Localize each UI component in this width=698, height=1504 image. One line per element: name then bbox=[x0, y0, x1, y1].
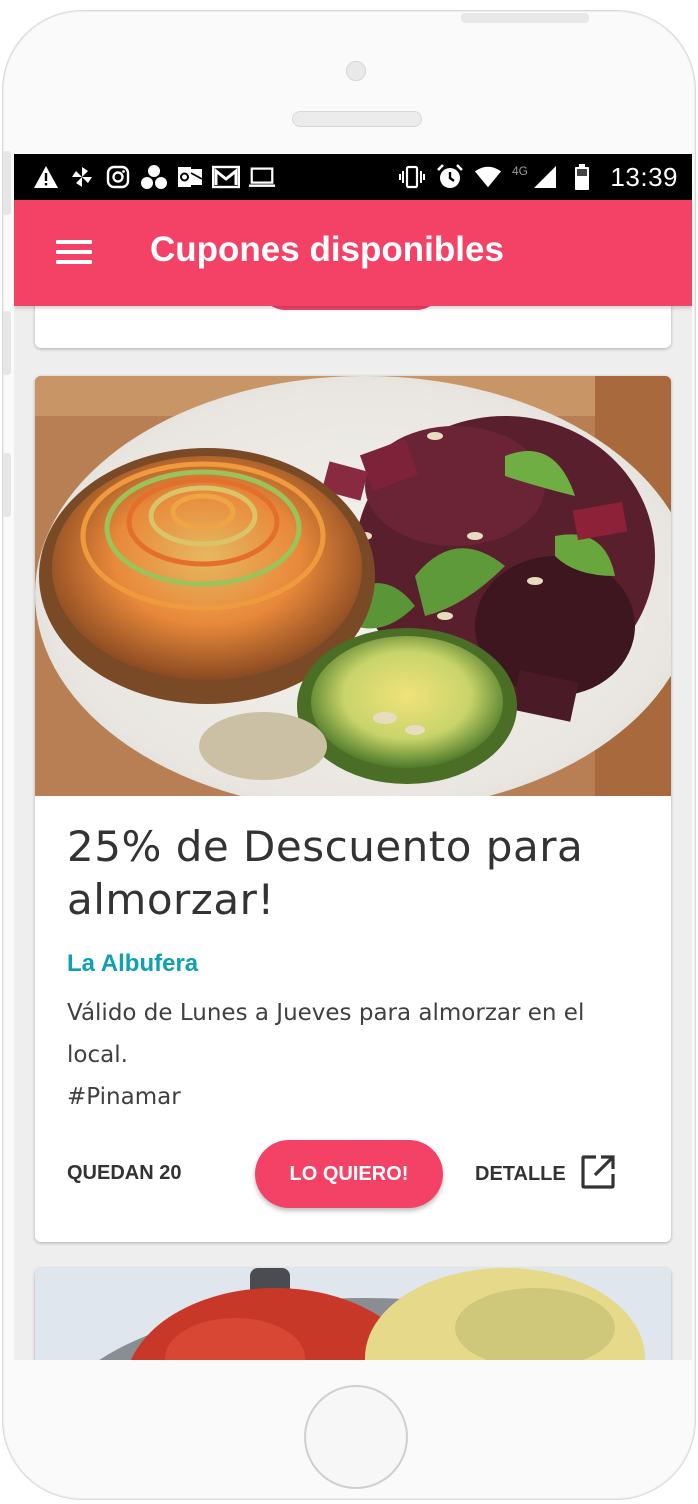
location-hashtag: #Pinamar bbox=[67, 1084, 181, 1110]
app-bar: Cupones disponibles bbox=[14, 200, 692, 306]
home-button[interactable] bbox=[304, 1385, 408, 1489]
coupon-actions: QUEDAN 20 LO QUIERO! DETALLE bbox=[35, 1140, 671, 1210]
coupon-description: Válido de Lunes a Jueves para almorzar e… bbox=[67, 992, 637, 1118]
coupon-title: 25% de Descuento para almorzar! bbox=[67, 822, 584, 924]
front-camera bbox=[346, 61, 366, 81]
mute-switch bbox=[3, 151, 11, 215]
coupon-card: 25% de Descuento para almorzar! La Albuf… bbox=[35, 376, 671, 1242]
venue-name[interactable]: La Albufera bbox=[67, 950, 198, 978]
laptop-icon bbox=[248, 163, 276, 191]
gmail-icon bbox=[212, 163, 240, 191]
detalle-button[interactable]: DETALLE bbox=[475, 1152, 616, 1196]
phone-screen: 4G 13:39 Cupones disponibles 25% de Desc… bbox=[14, 154, 692, 1360]
power-button bbox=[461, 13, 589, 23]
next-coupon-card bbox=[35, 1268, 671, 1360]
signal-icon: 4G bbox=[512, 163, 558, 191]
previous-lo-quiero-button[interactable] bbox=[261, 306, 441, 310]
hamburger-menu-icon[interactable] bbox=[50, 230, 98, 276]
description-text: Válido de Lunes a Jueves para almorzar e… bbox=[67, 1000, 585, 1068]
battery-icon bbox=[568, 163, 596, 191]
alarm-icon bbox=[436, 163, 464, 191]
previous-coupon-card bbox=[35, 306, 671, 348]
open-in-new-icon bbox=[580, 1154, 616, 1195]
vibrate-icon bbox=[398, 163, 426, 191]
instagram-icon bbox=[104, 163, 132, 191]
outlook-icon bbox=[176, 163, 204, 191]
lo-quiero-button[interactable]: LO QUIERO! bbox=[255, 1140, 443, 1208]
food-photo bbox=[35, 376, 671, 796]
status-bar: 4G 13:39 bbox=[14, 154, 692, 200]
dots-cluster-icon bbox=[140, 163, 168, 191]
volume-down-button bbox=[3, 453, 11, 517]
pinwheel-icon bbox=[68, 163, 96, 191]
page-title: Cupones disponibles bbox=[150, 230, 504, 269]
next-food-photo bbox=[35, 1268, 671, 1360]
network-type-label: 4G bbox=[512, 164, 528, 178]
coupon-list[interactable]: 25% de Descuento para almorzar! La Albuf… bbox=[14, 306, 692, 1360]
volume-up-button bbox=[3, 311, 11, 375]
clock: 13:39 bbox=[610, 161, 678, 192]
detalle-label: DETALLE bbox=[475, 1162, 566, 1185]
earpiece-speaker bbox=[292, 111, 422, 127]
wifi-icon bbox=[474, 163, 502, 191]
alert-icon bbox=[32, 163, 60, 191]
remaining-count: QUEDAN 20 bbox=[67, 1162, 182, 1184]
